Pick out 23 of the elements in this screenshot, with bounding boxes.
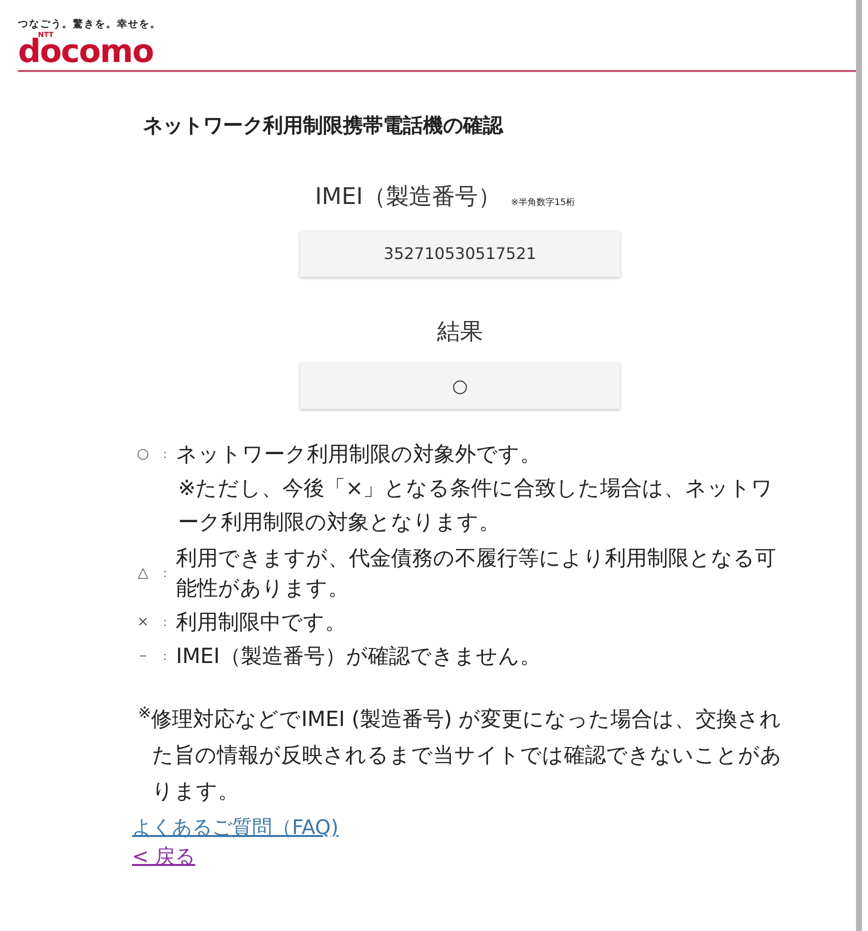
legend-symbol: × <box>136 613 150 632</box>
legend-colon: ： <box>158 648 172 665</box>
result-label: 結果 <box>437 318 483 346</box>
tagline: つなごう。驚きを。幸せを。 <box>18 20 162 30</box>
legend-symbol: － <box>135 647 151 666</box>
legend-symbol: △ <box>136 564 150 583</box>
legend-symbol: ○ <box>136 445 150 464</box>
legend-text: 利用制限中です。 <box>176 609 347 636</box>
notice-text: $^{※}$修理対応などでIMEI (製造番号) が変更になった場合は、交換された旨の情報が反映されるまで当サイトでは確認できないことがあります。 <box>138 702 783 805</box>
imei-label: IMEI（製造番号） <box>315 183 501 212</box>
result-field: ○ <box>300 363 620 409</box>
imei-hint: ※半角数字15桁 <box>510 197 575 210</box>
legend-text: IMEI（製造番号）が確認できません。 <box>176 643 542 670</box>
legend-note: ※ただし、今後「×」となる条件に合致した場合は、ネットワーク利用制限の対象となります。 <box>178 475 774 536</box>
legend-colon: ： <box>158 614 172 631</box>
imei-field: 352710530517521 <box>300 230 620 276</box>
legend-text: 利用できますが、代金債務の不履行等により利用制限となる可能性があります。 <box>176 545 776 602</box>
legend-text: ネットワーク利用制限の対象外です。 <box>176 441 542 468</box>
back-link[interactable]: < 戻る <box>132 842 196 871</box>
page-title: ネットワーク利用制限携帯電話機の確認 <box>143 112 504 139</box>
legend-colon: ： <box>158 446 172 463</box>
legend-colon: ： <box>158 565 172 582</box>
faq-link[interactable]: よくあるご質問（FAQ) <box>132 813 339 842</box>
